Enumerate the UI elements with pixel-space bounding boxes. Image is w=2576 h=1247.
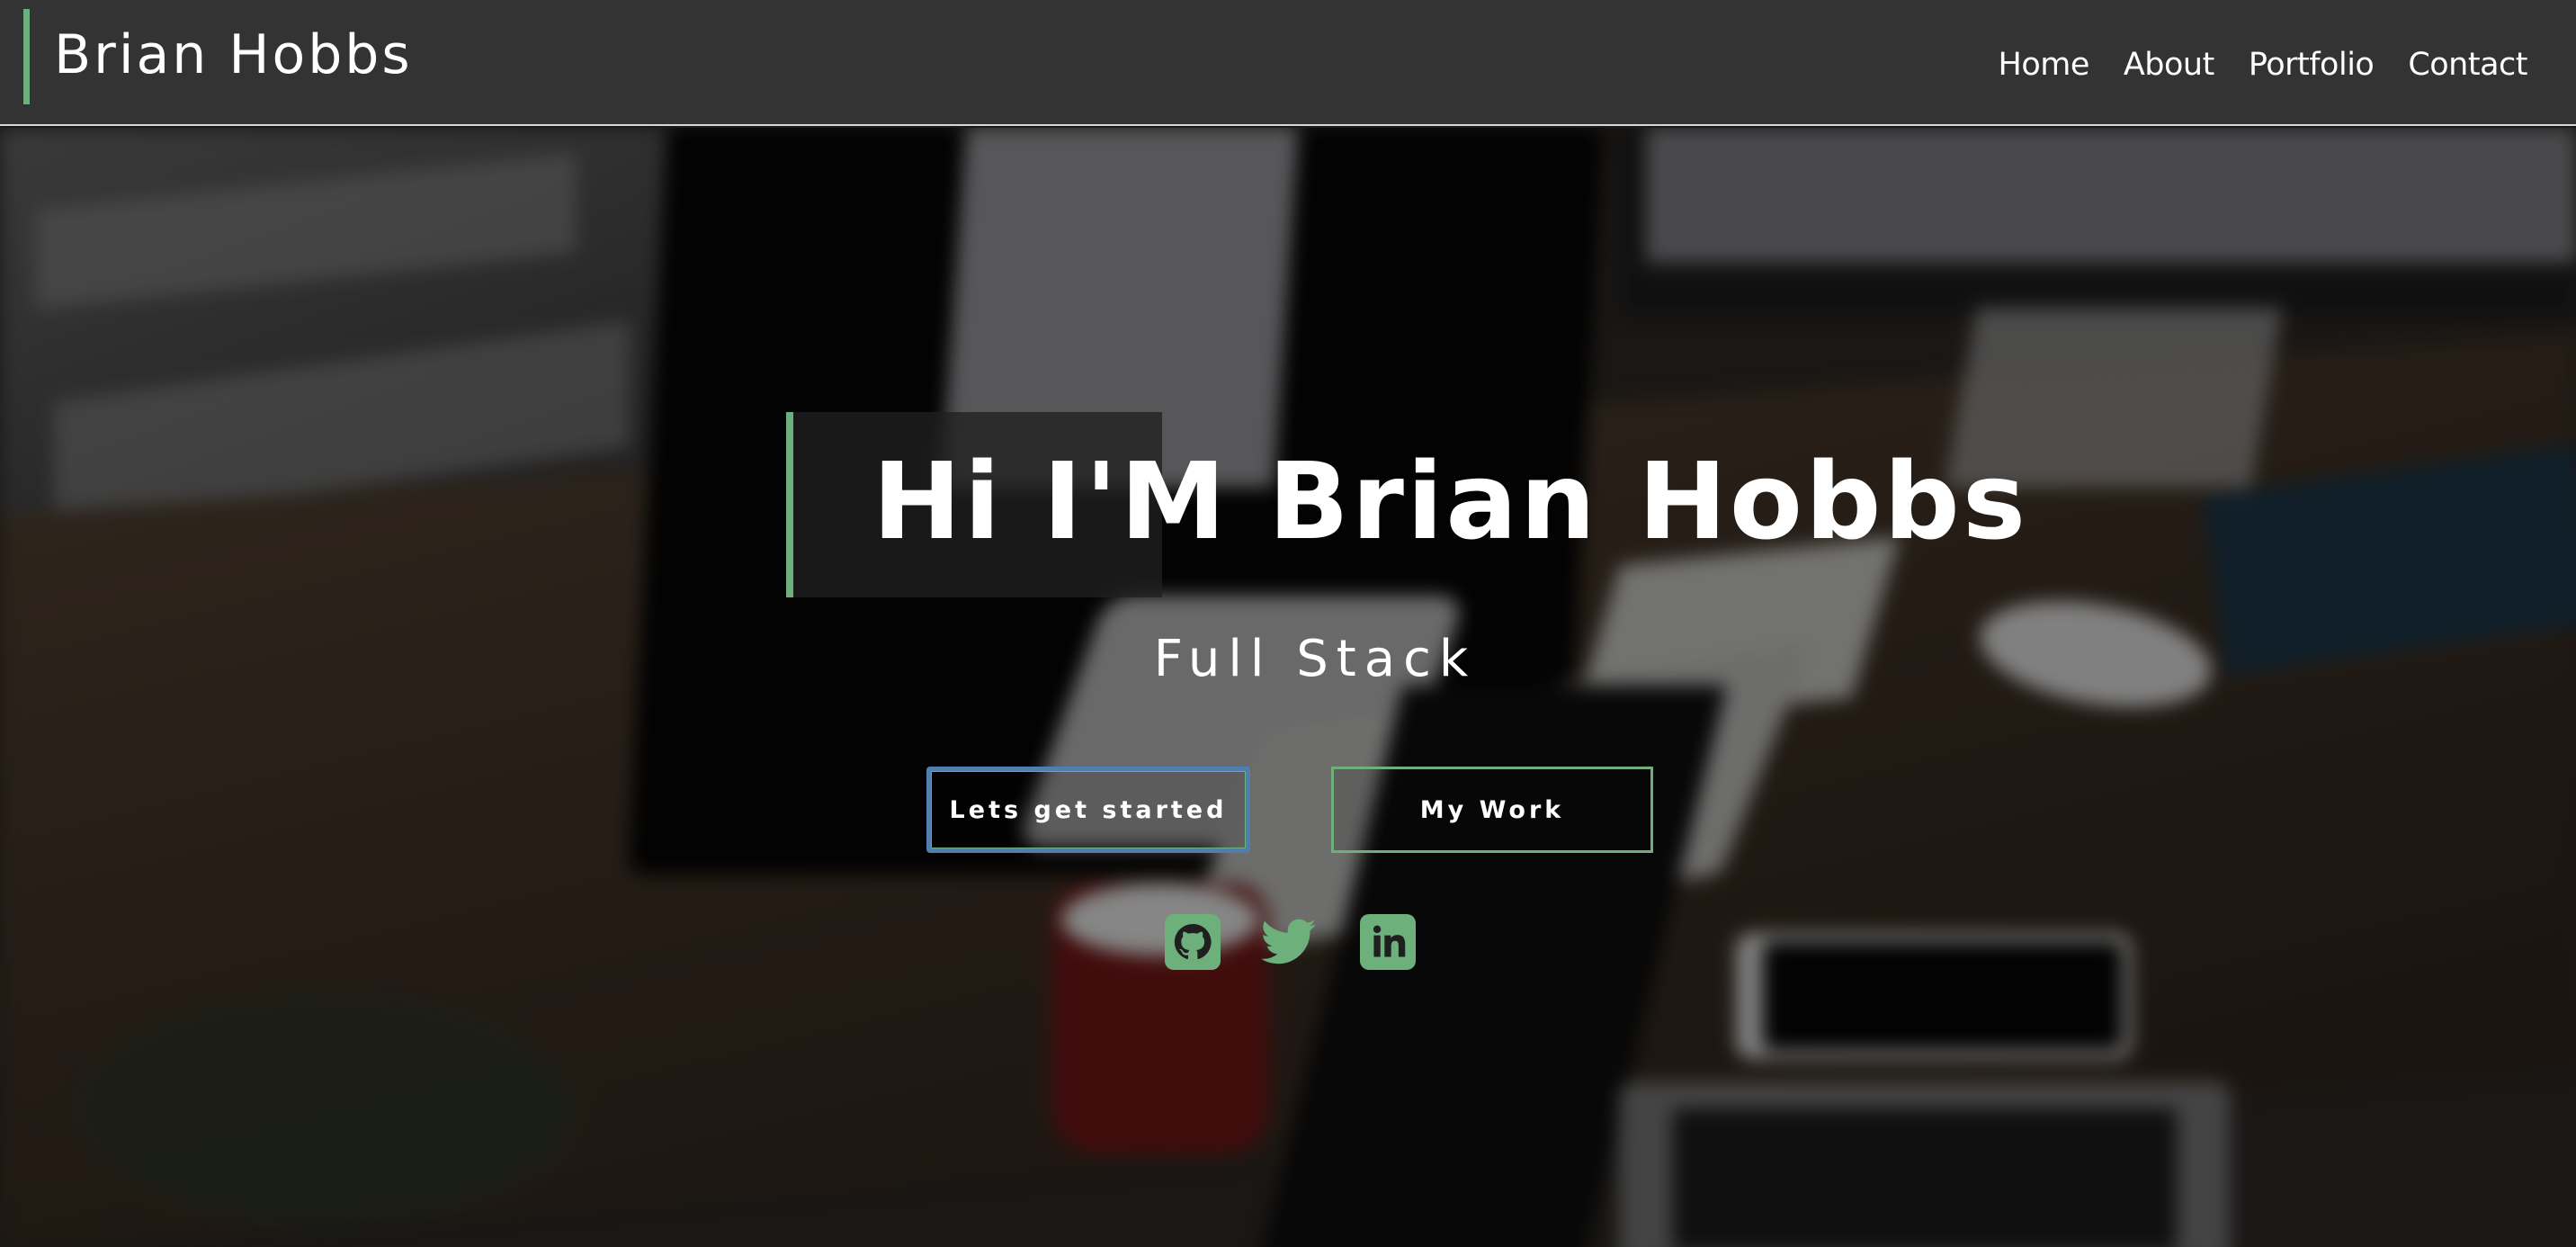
nav-link-contact[interactable]: Contact bbox=[2408, 47, 2527, 83]
twitter-icon[interactable] bbox=[1261, 914, 1317, 970]
linkedin-icon[interactable] bbox=[1360, 914, 1416, 970]
lets-get-started-button[interactable]: Lets get started bbox=[926, 767, 1250, 853]
headline-accent-bar bbox=[786, 412, 793, 597]
my-work-button[interactable]: My Work bbox=[1331, 767, 1653, 853]
hero-headline: Hi I'M Brian Hobbs bbox=[872, 439, 2029, 563]
nav-link-home[interactable]: Home bbox=[1999, 47, 2090, 83]
brand-name[interactable]: Brian Hobbs bbox=[54, 23, 413, 86]
github-icon[interactable] bbox=[1165, 914, 1221, 970]
nav-link-about[interactable]: About bbox=[2124, 47, 2214, 83]
nav-link-portfolio[interactable]: Portfolio bbox=[2249, 47, 2375, 83]
hero-subtitle: Full Stack bbox=[1153, 630, 1477, 688]
brand-accent-bar bbox=[23, 9, 30, 104]
main-nav: Home About Portfolio Contact bbox=[1999, 47, 2528, 83]
top-navbar: Brian Hobbs Home About Portfolio Contact bbox=[0, 0, 2576, 126]
